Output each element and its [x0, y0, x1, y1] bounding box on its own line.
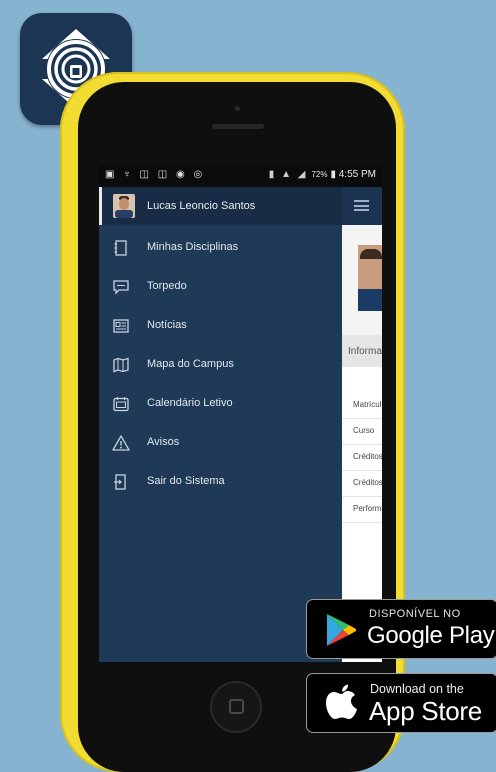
earpiece: [212, 124, 264, 129]
menu-item-mapa-do-campus[interactable]: Mapa do Campus: [99, 347, 342, 383]
home-button-icon: [229, 699, 244, 714]
menu-item-noticias[interactable]: Notícias: [99, 308, 342, 344]
menu-item-minhas-disciplinas[interactable]: Minhas Disciplinas: [99, 230, 342, 266]
navigation-drawer: Lucas Leoncio Santos Minhas Disciplinas …: [99, 187, 342, 662]
menu-item-sair-do-sistema[interactable]: Sair do Sistema: [99, 464, 342, 500]
avatar: [113, 194, 135, 218]
battery-icon: ▮: [330, 169, 339, 180]
menu-item-label: Mapa do Campus: [147, 358, 234, 370]
front-camera: [235, 106, 240, 111]
status-right: ▮ ▲ ◢ 72% ▮ 4:55 PM: [269, 169, 376, 180]
drawer-header[interactable]: Lucas Leoncio Santos: [99, 187, 342, 225]
clock: 4:55 PM: [338, 169, 376, 180]
menu-item-label: Avisos: [147, 436, 180, 448]
exit-icon: [114, 474, 126, 490]
menu-item-label: Sair do Sistema: [147, 475, 225, 487]
menu-item-calendario-letivo[interactable]: Calendário Letivo: [99, 386, 342, 422]
notification-icons: ▣ ♆ ◫ ◫ ◉ ◎: [105, 169, 206, 180]
google-play-caption: DISPONÍVEL NO: [369, 608, 461, 620]
user-name: Lucas Leoncio Santos: [147, 200, 256, 212]
app-store-badge[interactable]: Download on the App Store: [306, 673, 496, 733]
hamburger-menu-icon[interactable]: [354, 200, 369, 211]
app-store-title: App Store: [369, 696, 482, 726]
main-content: Informações Matrícula Curso Créditos Cré…: [342, 187, 382, 662]
map-icon: [113, 357, 129, 373]
google-play-icon: [327, 614, 356, 646]
google-play-badge[interactable]: DISPONÍVEL NO Google Play: [306, 599, 496, 659]
profile-photo: [358, 245, 382, 311]
info-row: Matrícula: [342, 392, 382, 419]
notebook-icon: [114, 240, 127, 256]
menu-item-torpedo[interactable]: Torpedo: [99, 269, 342, 305]
info-row: Créditos: [342, 444, 382, 471]
apple-icon: [326, 684, 357, 719]
phone-screen: ▣ ♆ ◫ ◫ ◉ ◎ ▮ ▲ ◢ 72% ▮ 4:55 PM Lucas Leon…: [99, 164, 382, 662]
google-play-title: Google Play: [367, 622, 495, 649]
news-icon: [113, 319, 129, 333]
warning-icon: [112, 435, 130, 451]
info-section-header: Informações: [342, 335, 382, 367]
menu-item-label: Torpedo: [147, 280, 187, 292]
info-row: Créditos: [342, 470, 382, 497]
app-store-caption: Download on the: [370, 682, 464, 696]
calendar-icon: [113, 397, 129, 412]
header-accent: [99, 187, 102, 225]
menu-item-label: Minhas Disciplinas: [147, 241, 239, 253]
info-row: Performance: [342, 496, 382, 523]
status-bar: ▣ ♆ ◫ ◫ ◉ ◎ ▮ ▲ ◢ 72% ▮ 4:55 PM: [99, 164, 382, 187]
menu-item-label: Notícias: [147, 319, 187, 331]
signal-icon: ▮ ▲ ◢: [268, 169, 308, 180]
profile-card: [342, 225, 382, 335]
message-icon: [113, 280, 129, 295]
menu-item-avisos[interactable]: Avisos: [99, 425, 342, 461]
app-bar: [342, 187, 382, 225]
menu-item-label: Calendário Letivo: [147, 397, 233, 409]
battery-percent: 72%: [311, 170, 328, 179]
info-row: Curso: [342, 418, 382, 445]
